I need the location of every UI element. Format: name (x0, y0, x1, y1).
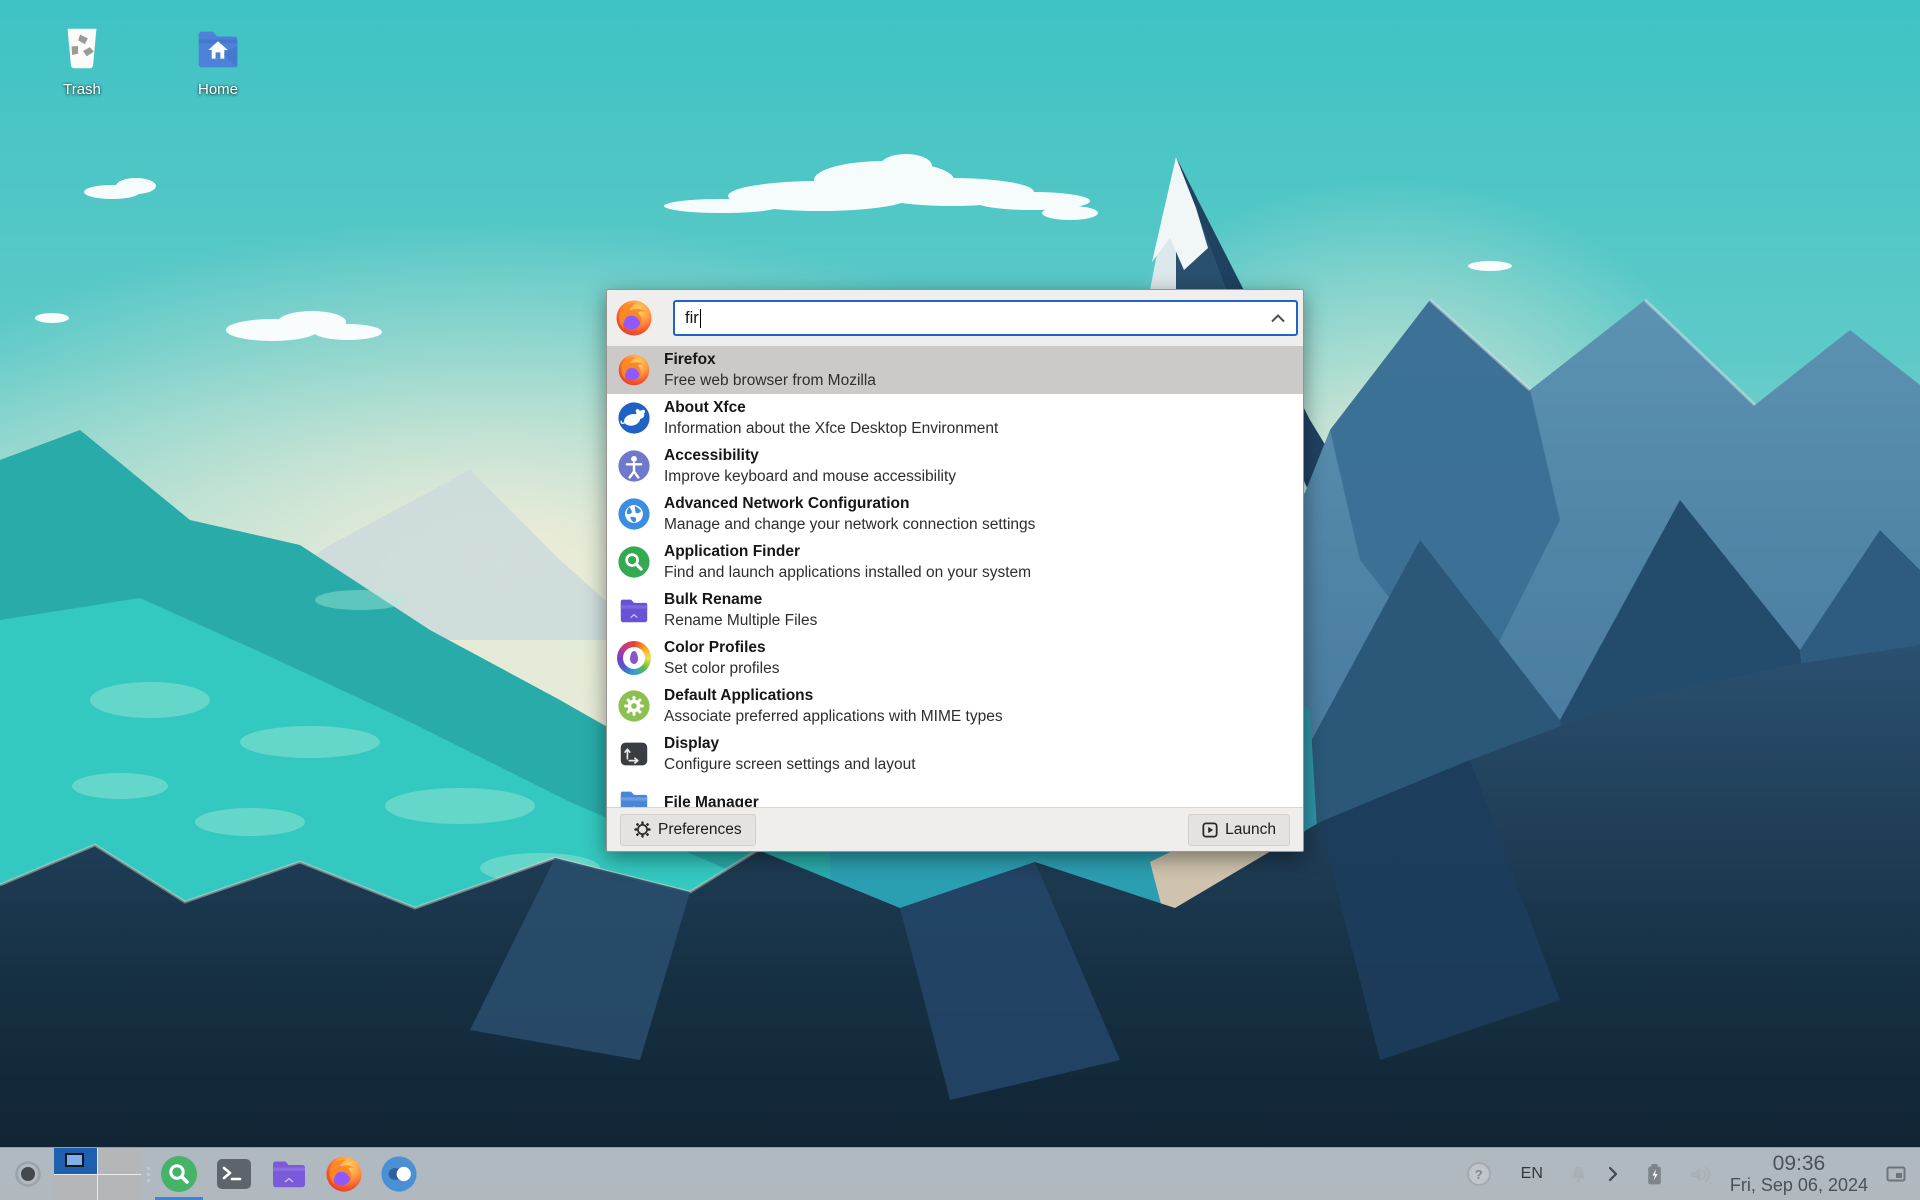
volume-icon[interactable] (1689, 1165, 1712, 1184)
result-subtitle: Associate preferred applications with MI… (664, 708, 1003, 725)
result-subtitle: Information about the Xfce Desktop Envir… (664, 420, 999, 437)
preferences-label: Preferences (658, 820, 742, 838)
color-profiles-icon (617, 641, 651, 675)
workspace-switcher (54, 1148, 141, 1200)
result-row[interactable]: Bulk Rename Rename Multiple Files (607, 586, 1303, 634)
taskbar-panel: ? EN 09:36 Fri, Sep 06, 2024 (0, 1147, 1920, 1200)
search-value: fir (685, 308, 699, 327)
firefox-launcher[interactable] (325, 1155, 363, 1193)
expand-chevron-icon[interactable] (1608, 1166, 1618, 1182)
workspace-3[interactable] (54, 1174, 97, 1200)
result-row[interactable]: Display Configure screen settings and lay… (607, 730, 1303, 778)
finder-footer: Preferences Launch (607, 807, 1303, 851)
panel-separator (143, 1166, 153, 1182)
trash-icon (46, 22, 118, 76)
result-list: Firefox Free web browser from Mozilla Abou… (607, 346, 1303, 807)
keyboard-layout-indicator[interactable]: EN (1521, 1165, 1543, 1183)
notifications-bell-icon[interactable] (1569, 1165, 1588, 1184)
result-subtitle: Manage and change your network connectio… (664, 516, 1036, 533)
result-row[interactable]: Application Finder Find and launch applic… (607, 538, 1303, 586)
result-title: File Manager (664, 793, 759, 808)
result-title: Accessibility (664, 447, 759, 464)
network-icon (617, 497, 651, 531)
desktop: Trash Home fir Firefox Free web browser … (0, 0, 1920, 1200)
settings-toggle-launcher[interactable] (380, 1155, 418, 1193)
text-caret (699, 308, 702, 328)
clock-date: Fri, Sep 06, 2024 (1729, 1175, 1868, 1195)
result-row[interactable]: Firefox Free web browser from Mozilla (607, 346, 1303, 394)
result-title: Color Profiles (664, 639, 766, 656)
preferences-button[interactable]: Preferences (620, 813, 756, 846)
search-input[interactable]: fir (673, 300, 1298, 336)
result-title: About Xfce (664, 399, 746, 416)
launch-button[interactable]: Launch (1188, 813, 1290, 846)
result-subtitle: Configure screen settings and layout (664, 756, 916, 773)
bulk-rename-icon (617, 593, 651, 627)
result-row[interactable]: Color Profiles Set color profiles (607, 634, 1303, 682)
result-title: Bulk Rename (664, 591, 763, 608)
result-subtitle: Find and launch applications installed o… (664, 564, 1032, 581)
launch-play-icon (1202, 821, 1218, 838)
result-title: Advanced Network Configuration (664, 495, 910, 512)
result-title: Display (664, 735, 720, 752)
battery-charging-icon[interactable] (1646, 1163, 1663, 1186)
application-finder-window: fir Firefox Free web browser from Mozilla… (606, 289, 1304, 852)
result-row[interactable]: Advanced Network Configuration Manage and… (607, 490, 1303, 538)
desktop-icon-trash[interactable]: Trash (46, 22, 118, 98)
result-title: Firefox (664, 351, 716, 368)
file-manager-icon (617, 785, 651, 807)
result-title: Default Applications (664, 687, 814, 704)
workspace-window-thumb (65, 1153, 84, 1167)
desktop-icon-label: Home (197, 81, 238, 98)
default-apps-icon (617, 689, 651, 723)
desktop-icon-label: Trash (63, 81, 101, 98)
result-subtitle: Set color profiles (664, 660, 780, 677)
help-badge-icon[interactable]: ? (1466, 1162, 1491, 1186)
result-row[interactable]: Accessibility Improve keyboard and mouse … (607, 442, 1303, 490)
home-folder-icon (182, 22, 254, 76)
result-row[interactable]: Default Applications Associate preferred … (607, 682, 1303, 730)
application-finder-launcher[interactable] (155, 1155, 203, 1200)
accessibility-icon (617, 449, 651, 483)
file-manager-launcher[interactable] (270, 1155, 308, 1193)
panel-menu-button[interactable] (14, 1160, 42, 1188)
launch-label: Launch (1225, 820, 1276, 838)
result-subtitle: Rename Multiple Files (664, 612, 818, 629)
workspace-2[interactable] (98, 1148, 141, 1174)
show-desktop-icon[interactable] (1886, 1166, 1906, 1182)
app-finder-icon (617, 545, 651, 579)
finder-header: fir (607, 290, 1303, 346)
desktop-icon-home[interactable]: Home (182, 22, 254, 98)
chevron-up-icon[interactable] (1270, 313, 1286, 323)
workspace-4[interactable] (98, 1174, 141, 1200)
result-title: Application Finder (664, 543, 801, 560)
xfce-icon (617, 401, 651, 435)
result-subtitle: Free web browser from Mozilla (664, 372, 876, 389)
clock-time: 09:36 (1772, 1152, 1826, 1175)
firefox-icon (614, 298, 654, 338)
display-icon (617, 737, 651, 771)
terminal-launcher[interactable] (215, 1155, 253, 1193)
result-row[interactable]: File Manager (607, 778, 1303, 807)
firefox-icon (617, 353, 651, 387)
clock[interactable]: 09:36 Fri, Sep 06, 2024 (1729, 1152, 1868, 1196)
result-subtitle: Improve keyboard and mouse accessibility (664, 468, 957, 485)
workspace-1[interactable] (54, 1148, 97, 1174)
gear-icon (634, 821, 651, 838)
result-row[interactable]: About Xfce Information about the Xfce Des… (607, 394, 1303, 442)
